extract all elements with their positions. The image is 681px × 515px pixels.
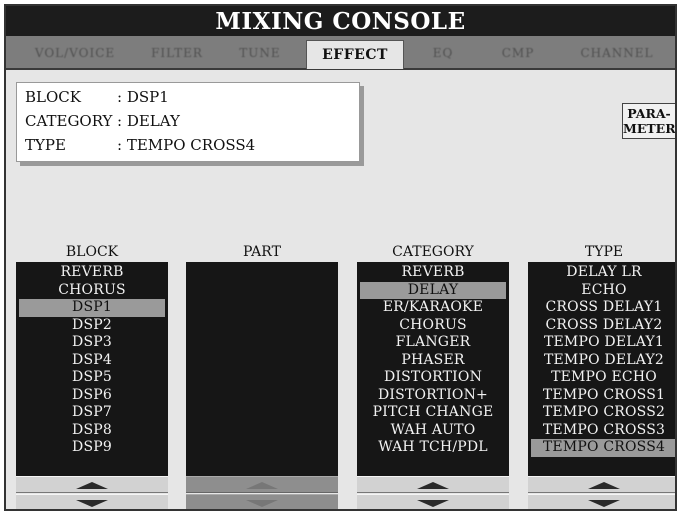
arrow-down-icon xyxy=(588,500,620,507)
list-item[interactable]: TEMPO CROSS1 xyxy=(528,387,675,405)
list-item[interactable]: TEMPO DELAY2 xyxy=(528,352,675,370)
type-scroll-up-button[interactable] xyxy=(528,476,675,493)
list-item[interactable]: DSP7 xyxy=(16,404,168,422)
list-item[interactable]: DSP1 xyxy=(19,299,165,317)
list-item[interactable]: DSP2 xyxy=(16,317,168,335)
tab-effect[interactable]: EFFECT xyxy=(306,40,404,69)
tab-tune[interactable]: TUNE xyxy=(222,41,298,65)
block-column-header: BLOCK xyxy=(65,244,119,260)
arrow-up-icon xyxy=(417,482,449,489)
list-item[interactable]: DSP4 xyxy=(16,352,168,370)
tab-cmp[interactable]: CMP xyxy=(482,41,554,65)
list-item[interactable]: DELAY xyxy=(360,281,506,299)
info-row-type: TYPE : TEMPO CROSS4 xyxy=(25,135,255,155)
mixing-console-screen: MIXING CONSOLE VOL/VOICE FILTER TUNE EFF… xyxy=(4,4,677,511)
block-value: : DSP1 xyxy=(117,88,169,106)
tab-channel[interactable]: CHANNEL xyxy=(562,41,672,65)
block-label: BLOCK xyxy=(25,88,81,106)
list-item[interactable]: PITCH CHANGE xyxy=(357,404,509,422)
arrow-down-icon xyxy=(417,500,449,507)
tab-filter[interactable]: FILTER xyxy=(142,41,212,65)
category-scroll-up-button[interactable] xyxy=(357,476,509,493)
part-scroll-up-button[interactable] xyxy=(186,476,338,493)
list-item[interactable]: DISTORTION xyxy=(357,369,509,387)
list-item[interactable]: WAH AUTO xyxy=(357,422,509,440)
arrow-up-icon xyxy=(246,482,278,489)
list-item[interactable]: DSP9 xyxy=(16,439,168,457)
list-item[interactable]: CROSS DELAY2 xyxy=(528,317,675,335)
parameter-button-line1: PARA- xyxy=(627,106,671,121)
list-item[interactable]: TEMPO ECHO xyxy=(528,369,675,387)
page-title: MIXING CONSOLE xyxy=(6,6,675,36)
list-item[interactable]: CHORUS xyxy=(357,317,509,335)
type-label: TYPE xyxy=(25,136,66,154)
list-item[interactable]: CHORUS xyxy=(16,282,168,300)
category-scroll-down-button[interactable] xyxy=(357,494,509,509)
parameter-button[interactable]: PARA- METER xyxy=(622,103,676,139)
arrow-down-icon xyxy=(246,500,278,507)
list-item[interactable]: ER/KARAOKE xyxy=(357,299,509,317)
list-item[interactable]: TEMPO CROSS2 xyxy=(528,404,675,422)
block-list[interactable]: REVERB CHORUS DSP1 DSP2 DSP3 DSP4 DSP5 DSP6 DSP7… xyxy=(16,262,168,481)
block-scroll-down-button[interactable] xyxy=(16,494,168,509)
list-item[interactable]: DSP8 xyxy=(16,422,168,440)
list-item[interactable]: PHASER xyxy=(357,352,509,370)
list-item[interactable]: TEMPO DELAY1 xyxy=(528,334,675,352)
part-scroll-down-button[interactable] xyxy=(186,494,338,509)
list-item[interactable]: DSP5 xyxy=(16,369,168,387)
list-item[interactable]: ECHO xyxy=(528,282,675,300)
list-item[interactable]: DELAY LR xyxy=(528,264,675,282)
type-column-header: TYPE xyxy=(584,244,624,260)
list-item[interactable]: CROSS DELAY1 xyxy=(528,299,675,317)
arrow-down-icon xyxy=(76,500,108,507)
list-item[interactable]: TEMPO CROSS3 xyxy=(528,422,675,440)
type-value: : TEMPO CROSS4 xyxy=(117,136,256,154)
arrow-up-icon xyxy=(588,482,620,489)
category-value: : DELAY xyxy=(117,112,180,130)
type-list[interactable]: DELAY LR ECHO CROSS DELAY1 CROSS DELAY2 TEMP… xyxy=(528,262,675,481)
category-column-header: CATEGORY xyxy=(392,244,474,260)
tab-bar: VOL/VOICE FILTER TUNE EFFECT EQ CMP CHAN… xyxy=(6,36,675,70)
type-scroll-down-button[interactable] xyxy=(528,494,675,509)
info-row-block: BLOCK : DSP1 xyxy=(25,87,169,107)
category-list[interactable]: REVERB DELAY ER/KARAOKE CHORUS FLANGER PHASER… xyxy=(357,262,509,481)
list-item[interactable]: DSP6 xyxy=(16,387,168,405)
list-item[interactable]: FLANGER xyxy=(357,334,509,352)
part-column-header: PART xyxy=(243,244,281,260)
category-label: CATEGORY xyxy=(25,112,113,130)
tab-vol-voice[interactable]: VOL/VOICE xyxy=(14,41,136,65)
effect-info-box: BLOCK : DSP1 CATEGORY: DELAY TYPE : TEMPO … xyxy=(16,82,360,162)
block-scroll-up-button[interactable] xyxy=(16,476,168,493)
list-item[interactable]: DSP3 xyxy=(16,334,168,352)
list-item[interactable]: REVERB xyxy=(357,264,509,282)
parameter-button-line2: METER xyxy=(623,121,676,136)
list-item[interactable]: TEMPO CROSS4 xyxy=(531,439,675,457)
part-list[interactable] xyxy=(186,262,338,481)
list-item[interactable]: DISTORTION+ xyxy=(357,387,509,405)
tab-eq[interactable]: EQ xyxy=(410,41,476,65)
arrow-up-icon xyxy=(76,482,108,489)
list-item[interactable]: REVERB xyxy=(16,264,168,282)
list-item[interactable]: WAH TCH/PDL xyxy=(357,439,509,457)
info-row-category: CATEGORY: DELAY xyxy=(25,111,180,131)
